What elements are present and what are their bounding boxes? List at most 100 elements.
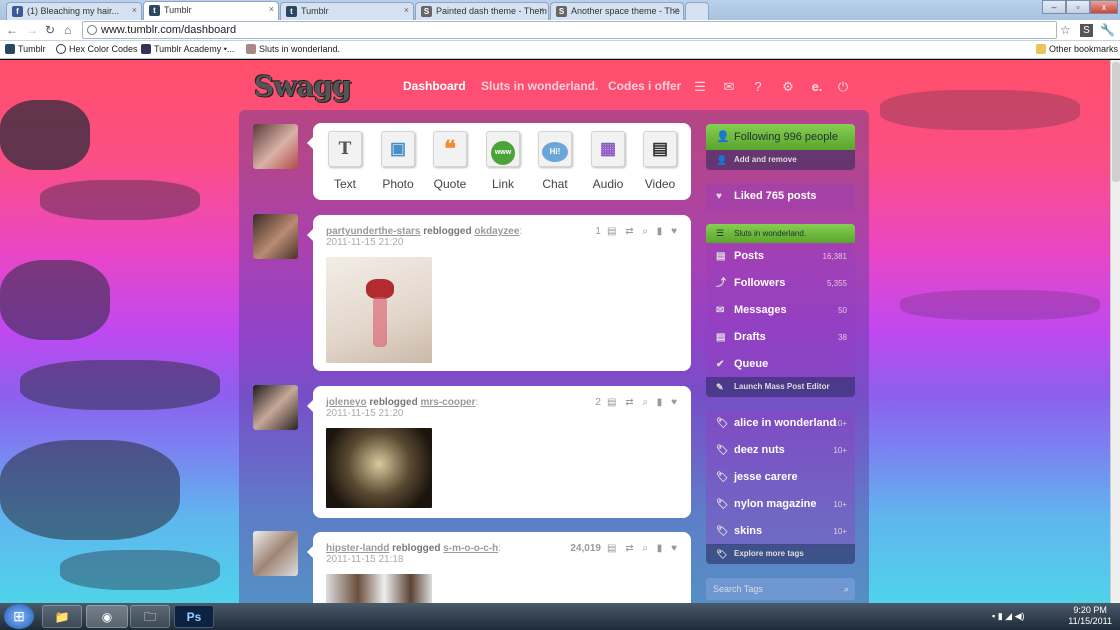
help-icon[interactable]: ? bbox=[750, 79, 766, 95]
system-clock[interactable]: 9:20 PM 11/15/2011 bbox=[1068, 605, 1112, 627]
tag-item[interactable]: 🏷 alice in wonderland 10+ bbox=[706, 410, 855, 437]
maximize-button[interactable]: ▫ bbox=[1066, 0, 1090, 14]
heart-icon[interactable]: ♥ bbox=[671, 226, 677, 237]
post-type-chat[interactable]: Hi! Chat bbox=[532, 131, 578, 191]
nav-dashboard[interactable]: Dashboard bbox=[403, 79, 466, 93]
post-source-link[interactable]: mrs-cooper bbox=[420, 397, 475, 408]
notes-icon[interactable]: ▤ bbox=[607, 543, 616, 554]
settings-icon[interactable]: ⚙ bbox=[780, 79, 796, 95]
logo[interactable]: Swagg bbox=[254, 70, 392, 104]
bookmark-tumblr[interactable]: Tumblr bbox=[5, 44, 46, 54]
avatar[interactable] bbox=[253, 385, 298, 430]
post-author-link[interactable]: partyunderthe-stars bbox=[326, 226, 420, 237]
post-type-text[interactable]: T Text bbox=[322, 131, 368, 191]
post-type-video[interactable]: ▤ Video bbox=[637, 131, 683, 191]
avatar[interactable] bbox=[253, 124, 298, 169]
new-tab-button[interactable] bbox=[685, 2, 709, 20]
power-icon[interactable]: ⏻ bbox=[835, 79, 851, 95]
nav-codes[interactable]: Codes i offer bbox=[608, 79, 681, 93]
notes-count[interactable]: 24,019 bbox=[570, 543, 601, 554]
post-author-link[interactable]: joleneyo bbox=[326, 397, 367, 408]
close-icon[interactable]: × bbox=[132, 5, 137, 15]
post-author-link[interactable]: hipster-landd bbox=[326, 543, 389, 554]
minimize-button[interactable]: – bbox=[1042, 0, 1066, 14]
search-tags-input[interactable]: Search Tags ⌕ bbox=[706, 578, 855, 600]
mass-post-editor-link[interactable]: ✎ Launch Mass Post Editor bbox=[706, 377, 855, 397]
close-icon[interactable]: × bbox=[539, 5, 544, 15]
tab-space-theme[interactable]: S Another space theme - The × bbox=[550, 2, 684, 20]
bookmark-tumblr-academy[interactable]: Tumblr Academy •... bbox=[141, 44, 234, 54]
edit-icon[interactable]: e. bbox=[809, 79, 825, 95]
notes-count[interactable]: 1 bbox=[595, 226, 601, 237]
scrollbar-thumb[interactable] bbox=[1112, 62, 1120, 182]
tag-item[interactable]: 🏷 nylon magazine 10+ bbox=[706, 491, 855, 518]
back-button[interactable]: ← bbox=[6, 23, 18, 37]
tab-tumblr-active[interactable]: t Tumblr × bbox=[143, 1, 279, 20]
bookmark-icon[interactable]: ▮ bbox=[657, 397, 663, 408]
search-icon[interactable]: ⌕ bbox=[642, 226, 648, 237]
tab-facebook[interactable]: f (1) Bleaching my hair... × bbox=[6, 2, 142, 20]
blog-header[interactable]: ☰ Sluts in wonderland. bbox=[706, 224, 855, 243]
tray-icons[interactable]: ▪ ▮ ◢ ◀) bbox=[992, 611, 1024, 622]
notes-count[interactable]: 2 bbox=[595, 397, 601, 408]
explore-tags-link[interactable]: 🏷 Explore more tags bbox=[706, 544, 855, 564]
heart-icon[interactable]: ♥ bbox=[671, 543, 677, 554]
reblog-icon[interactable]: ⇄ bbox=[625, 226, 633, 237]
liked-posts-link[interactable]: ♥ Liked 765 posts bbox=[706, 183, 855, 210]
close-window-button[interactable]: x bbox=[1090, 0, 1118, 14]
close-icon[interactable]: × bbox=[674, 5, 679, 15]
photoshop-taskbar-icon[interactable]: Ps bbox=[174, 605, 214, 628]
bookmark-sluts-in-wonderland[interactable]: Sluts in wonderland. bbox=[246, 44, 340, 54]
reblog-icon[interactable]: ⇄ bbox=[625, 543, 633, 554]
close-icon[interactable]: × bbox=[269, 4, 274, 14]
page-scrollbar[interactable] bbox=[1110, 60, 1120, 603]
search-icon[interactable]: ⌕ bbox=[844, 578, 849, 600]
chrome-taskbar-icon[interactable]: ◉ bbox=[86, 605, 128, 628]
bookmark-icon[interactable]: ▮ bbox=[657, 543, 663, 554]
mail-icon[interactable]: ✉ bbox=[721, 79, 737, 95]
post-photo[interactable] bbox=[326, 574, 432, 603]
tab-painted-dash[interactable]: S Painted dash theme - Them × bbox=[415, 2, 549, 20]
notes-icon[interactable]: ▤ bbox=[607, 397, 616, 408]
sidebar-item-followers[interactable]: ⤴ Followers 5,355 bbox=[706, 270, 855, 297]
wrench-icon[interactable]: 🔧 bbox=[1100, 23, 1115, 37]
avatar[interactable] bbox=[253, 531, 298, 576]
bookmark-hex-color-codes[interactable]: Hex Color Codes bbox=[56, 44, 138, 54]
post-type-audio[interactable]: ▦ Audio bbox=[585, 131, 631, 191]
post-type-photo[interactable]: ▣ Photo bbox=[375, 131, 421, 191]
folder-taskbar-icon[interactable]: 🗀 bbox=[130, 605, 170, 628]
tab-tumblr[interactable]: t Tumblr × bbox=[280, 2, 414, 20]
bookmark-icon[interactable]: ▮ bbox=[657, 226, 663, 237]
nav-blog[interactable]: Sluts in wonderland. bbox=[481, 79, 598, 93]
post-type-quote[interactable]: ❝ Quote bbox=[427, 131, 473, 191]
sidebar-item-queue[interactable]: ✔ Queue bbox=[706, 351, 855, 378]
tag-item[interactable]: 🏷 skins 10+ bbox=[706, 518, 855, 545]
home-button[interactable]: ⌂ bbox=[64, 23, 71, 37]
add-remove-link[interactable]: 👤 Add and remove bbox=[706, 150, 855, 170]
notes-icon[interactable]: ▤ bbox=[607, 226, 616, 237]
post-photo[interactable] bbox=[326, 257, 432, 363]
explorer-taskbar-icon[interactable]: 📁 bbox=[42, 605, 82, 628]
other-bookmarks[interactable]: Other bookmarks bbox=[1036, 44, 1118, 54]
sidebar-item-messages[interactable]: ✉ Messages 50 bbox=[706, 297, 855, 324]
extension-icon[interactable]: S bbox=[1080, 24, 1093, 37]
post-source-link[interactable]: okdayzee bbox=[474, 226, 519, 237]
close-icon[interactable]: × bbox=[404, 5, 409, 15]
reblog-icon[interactable]: ⇄ bbox=[625, 397, 633, 408]
heart-icon[interactable]: ♥ bbox=[671, 397, 677, 408]
start-button[interactable]: ⊞ bbox=[4, 604, 34, 629]
sidebar-item-posts[interactable]: ▤ Posts 16,381 bbox=[706, 243, 855, 270]
following-button[interactable]: 👤 Following 996 people bbox=[706, 124, 855, 150]
search-icon[interactable]: ⌕ bbox=[642, 397, 648, 408]
address-bar[interactable]: www.tumblr.com/dashboard bbox=[82, 21, 1057, 39]
list-icon[interactable]: ☰ bbox=[692, 79, 708, 95]
post-source-link[interactable]: s-m-o-o-c-h bbox=[443, 543, 498, 554]
star-icon[interactable]: ☆ bbox=[1060, 23, 1071, 37]
tag-item[interactable]: 🏷 deez nuts 10+ bbox=[706, 437, 855, 464]
sidebar-item-drafts[interactable]: ▤ Drafts 38 bbox=[706, 324, 855, 351]
post-type-link[interactable]: www Link bbox=[480, 131, 526, 191]
tag-item[interactable]: 🏷 jesse carere bbox=[706, 464, 855, 491]
reload-button[interactable]: ↻ bbox=[45, 23, 55, 37]
avatar[interactable] bbox=[253, 214, 298, 259]
forward-button[interactable]: → bbox=[26, 23, 38, 37]
